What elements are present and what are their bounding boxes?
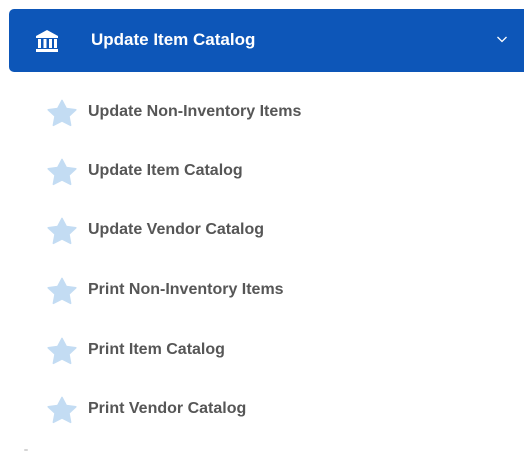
star-icon xyxy=(47,217,77,245)
submenu-item-label: Print Non-Inventory Items xyxy=(88,281,284,298)
submenu-item-label: Update Vendor Catalog xyxy=(88,221,265,238)
submenu-item-label: Print Item Catalog xyxy=(88,341,225,358)
bank-icon xyxy=(36,30,58,52)
sidebar-menu: Update Item Catalog Update Non-Inventory… xyxy=(0,0,524,451)
star-icon xyxy=(47,396,77,424)
submenu-item-print-item-catalog[interactable]: Print Item Catalog xyxy=(46,330,486,370)
submenu-item-print-non-inventory-items[interactable]: Print Non-Inventory Items xyxy=(46,270,486,310)
submenu-item-print-vendor-catalog[interactable]: Print Vendor Catalog xyxy=(46,389,486,429)
chevron-down-icon[interactable] xyxy=(496,33,508,45)
submenu-item-update-item-catalog[interactable]: Update Item Catalog xyxy=(46,151,486,191)
star-icon xyxy=(47,337,77,365)
submenu-item-update-non-inventory-items[interactable]: Update Non-Inventory Items xyxy=(46,92,486,132)
star-icon xyxy=(47,158,77,186)
menu-header-title: Update Item Catalog xyxy=(91,30,256,49)
submenu-item-label: Update Non-Inventory Items xyxy=(88,103,302,120)
menu-header-update-item-catalog[interactable]: Update Item Catalog xyxy=(9,9,524,72)
submenu-item-update-vendor-catalog[interactable]: Update Vendor Catalog xyxy=(46,210,486,250)
star-icon xyxy=(47,99,77,127)
submenu-item-label: Print Vendor Catalog xyxy=(88,400,247,417)
star-icon xyxy=(47,277,77,305)
submenu-item-label: Update Item Catalog xyxy=(88,162,243,179)
